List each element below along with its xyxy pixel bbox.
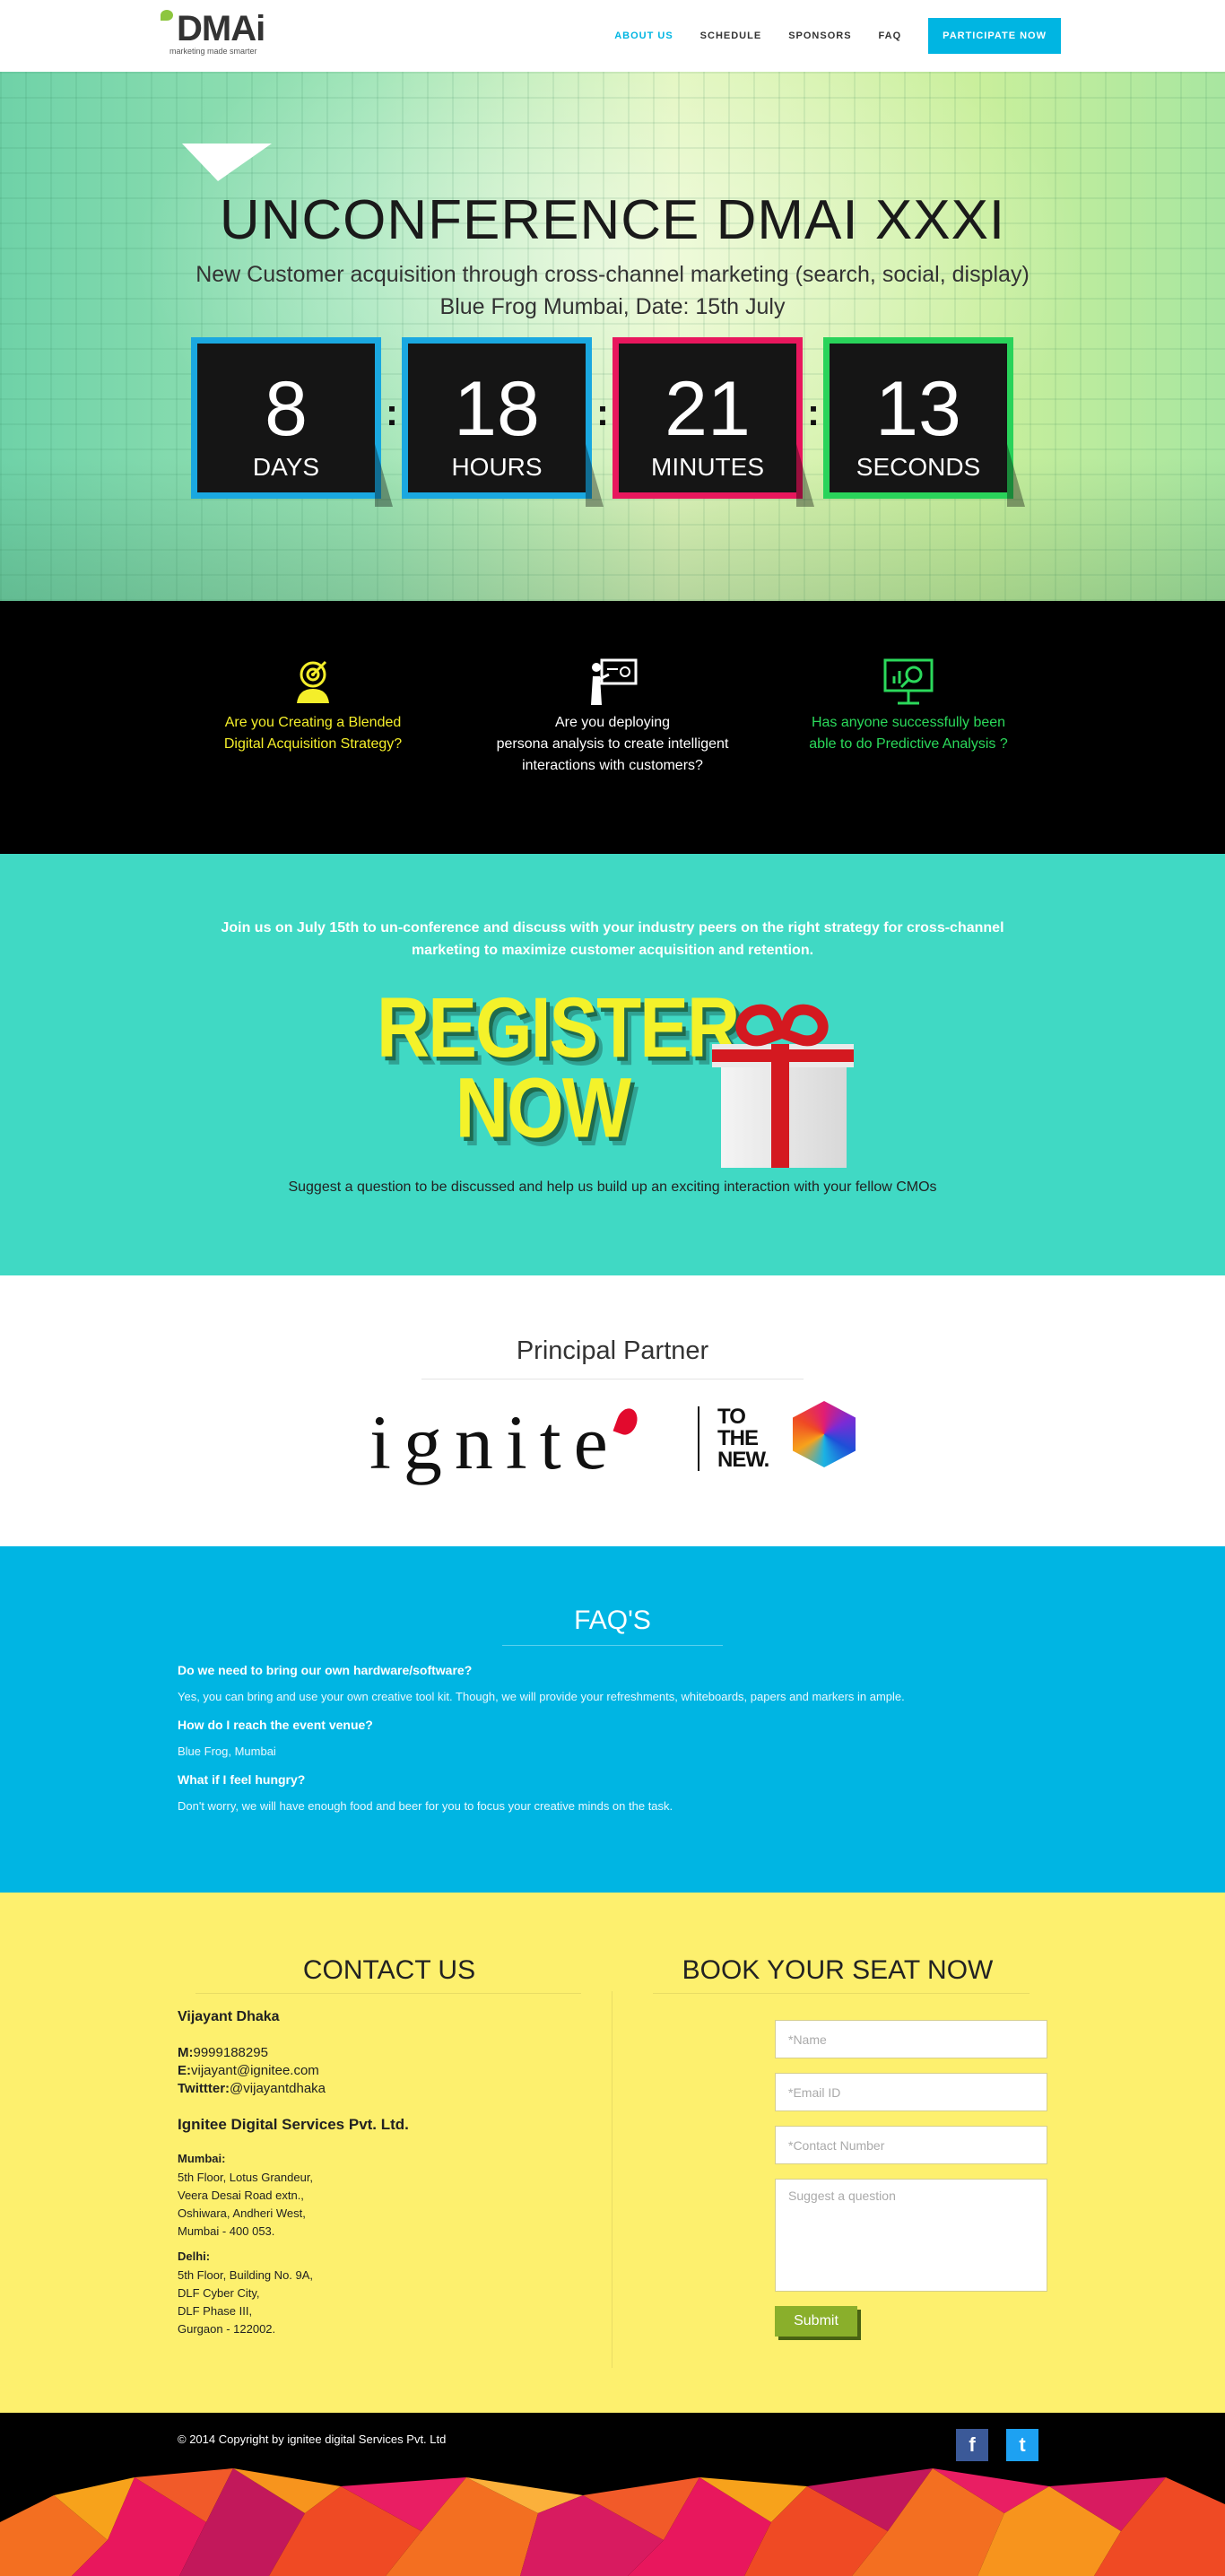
tothenew-wordmark: TO THE NEW. bbox=[717, 1405, 769, 1472]
faq-section: FAQ'S Do we need to bring our own hardwa… bbox=[0, 1546, 1225, 1893]
office-city: Mumbai: bbox=[178, 2152, 226, 2165]
partner-title: Principal Partner bbox=[516, 1336, 709, 1365]
logo-tagline: marketing made smarter bbox=[169, 47, 257, 56]
hexagon-logo-icon bbox=[793, 1401, 856, 1467]
countdown-hours-value: 18 bbox=[454, 366, 540, 452]
countdown-seconds-value: 13 bbox=[875, 366, 961, 452]
contact-twitter[interactable]: Twittter:@vijayantdhaka bbox=[178, 2081, 590, 2096]
countdown-seconds: 13 SECONDS bbox=[823, 337, 1025, 507]
faq-question: How do I reach the event venue? bbox=[178, 1718, 373, 1732]
contact-section: CONTACT US BOOK YOUR SEAT NOW Vijayant D… bbox=[0, 1893, 1225, 2413]
email-field[interactable] bbox=[775, 2073, 1047, 2111]
company-name: Ignitee Digital Services Pvt. Ltd. bbox=[178, 2116, 409, 2133]
target-icon bbox=[286, 657, 340, 707]
nav-schedule[interactable]: SCHEDULE bbox=[700, 30, 762, 41]
ignite-partner-logo[interactable]: ignite TO THE NEW. bbox=[369, 1397, 856, 1487]
feature-text: Has anyone successfully been able to do P… bbox=[809, 715, 1008, 752]
nav-faq[interactable]: FAQ bbox=[879, 30, 902, 41]
copyright-text: © 2014 Copyright by ignitee digital Serv… bbox=[178, 2432, 447, 2446]
event-venue: Blue Frog Mumbai, Date: 15th July bbox=[439, 294, 786, 319]
feature-persona-analysis: Are you deploying persona analysis to cre… bbox=[496, 657, 729, 777]
contact-number-field[interactable] bbox=[775, 2126, 1047, 2164]
social-links: f t bbox=[956, 2429, 1038, 2461]
main-nav: ABOUT US SCHEDULE SPONSORS FAQ PARTICIPA… bbox=[614, 18, 1061, 54]
gift-box-icon bbox=[708, 997, 854, 1168]
faq-question: Do we need to bring our own hardware/sof… bbox=[178, 1663, 473, 1677]
register-now-text: REGISTER NOW bbox=[377, 980, 740, 1156]
ignite-wordmark: ignite bbox=[369, 1399, 621, 1485]
register-now-banner[interactable]: REGISTER NOW bbox=[377, 986, 854, 1168]
facebook-icon[interactable]: f bbox=[956, 2429, 988, 2461]
faq-answer: Yes, you can bring and use your own crea… bbox=[178, 1690, 905, 1703]
speech-bubble-icon bbox=[161, 10, 173, 21]
feature-predictive-analysis: Has anyone successfully been able to do P… bbox=[792, 657, 1025, 755]
office-city: Delhi: bbox=[178, 2250, 211, 2263]
submit-button[interactable]: Submit bbox=[775, 2306, 857, 2337]
site-header: DMAi marketing made smarter ABOUT US SCH… bbox=[0, 0, 1225, 181]
register-intro: Join us on July 15th to un-conference an… bbox=[221, 920, 1004, 958]
site-footer: © 2014 Copyright by ignitee digital Serv… bbox=[0, 2413, 1225, 2576]
event-subtitle: New Customer acquisition through cross-c… bbox=[195, 262, 1030, 287]
countdown-separator: : bbox=[386, 391, 398, 433]
office-address: 5th Floor, Lotus Grandeur, Veera Desai R… bbox=[178, 2171, 314, 2238]
participate-now-button[interactable]: PARTICIPATE NOW bbox=[928, 18, 1061, 54]
book-seat-title: BOOK YOUR SEAT NOW bbox=[682, 1955, 994, 1985]
register-suggest-text: Suggest a question to be discussed and h… bbox=[288, 1179, 937, 1195]
register-section: Join us on July 15th to un-conference an… bbox=[0, 854, 1225, 1275]
feature-text: Are you Creating a Blended Digital Acquis… bbox=[223, 715, 403, 752]
logo-wordmark: DMAi bbox=[161, 10, 265, 47]
countdown-days-value: 8 bbox=[265, 366, 308, 452]
countdown-timer: 8 DAYS : 18 HOURS : 21 MINUTES : 13 SECO… bbox=[191, 337, 1025, 507]
contact-phone: M:9999188295 bbox=[178, 2045, 268, 2060]
logo-notch bbox=[182, 144, 272, 181]
event-title: UNCONFERENCE DMAI XXXI bbox=[219, 189, 1006, 251]
contact-email[interactable]: E:vijayant@ignitee.com bbox=[178, 2063, 590, 2078]
faq-list: Do we need to bring our own hardware/sof… bbox=[178, 1663, 1056, 1827]
office-address: 5th Floor, Building No. 9A, DLF Cyber Ci… bbox=[178, 2268, 314, 2336]
contact-info: Vijayant Dhaka M:9999188295 E:vijayant@i… bbox=[178, 2009, 590, 2347]
polygon-pattern-decoration bbox=[0, 2468, 1225, 2576]
partner-section: Principal Partner ignite TO THE NEW. bbox=[0, 1275, 1225, 1546]
divider bbox=[502, 1645, 723, 1646]
countdown-seconds-label: SECONDS bbox=[856, 453, 981, 481]
countdown-separator: : bbox=[596, 391, 609, 433]
nav-sponsors[interactable]: SPONSORS bbox=[788, 30, 851, 41]
dmai-logo[interactable]: DMAi marketing made smarter bbox=[161, 10, 290, 59]
countdown-days-label: DAYS bbox=[252, 453, 320, 481]
contact-person: Vijayant Dhaka bbox=[178, 2009, 280, 2024]
twitter-icon[interactable]: t bbox=[1006, 2429, 1038, 2461]
countdown-days: 8 DAYS bbox=[191, 337, 393, 507]
feature-text: Are you deploying persona analysis to cre… bbox=[496, 715, 729, 773]
countdown-minutes-label: MINUTES bbox=[651, 453, 764, 481]
countdown-hours-label: HOURS bbox=[451, 453, 543, 481]
name-field[interactable] bbox=[775, 2020, 1047, 2058]
countdown-minutes: 21 MINUTES bbox=[612, 337, 814, 507]
countdown-minutes-value: 21 bbox=[665, 366, 751, 452]
feature-blended-strategy: Are you Creating a Blended Digital Acquis… bbox=[196, 657, 430, 755]
analytics-icon bbox=[882, 657, 935, 707]
contact-title: CONTACT US bbox=[302, 1955, 476, 1985]
countdown-hours: 18 HOURS bbox=[402, 337, 604, 507]
faq-question: What if I feel hungry? bbox=[178, 1772, 306, 1787]
faq-title: FAQ'S bbox=[574, 1606, 651, 1635]
booking-form: Submit bbox=[775, 2020, 1047, 2337]
questions-band: Are you Creating a Blended Digital Acquis… bbox=[0, 601, 1225, 854]
nav-about-us[interactable]: ABOUT US bbox=[614, 30, 673, 41]
faq-answer: Blue Frog, Mumbai bbox=[178, 1745, 276, 1758]
faq-answer: Don't worry, we will have enough food an… bbox=[178, 1799, 673, 1813]
presentation-icon bbox=[586, 657, 639, 707]
countdown-separator: : bbox=[807, 391, 820, 433]
question-field[interactable] bbox=[775, 2179, 1047, 2292]
